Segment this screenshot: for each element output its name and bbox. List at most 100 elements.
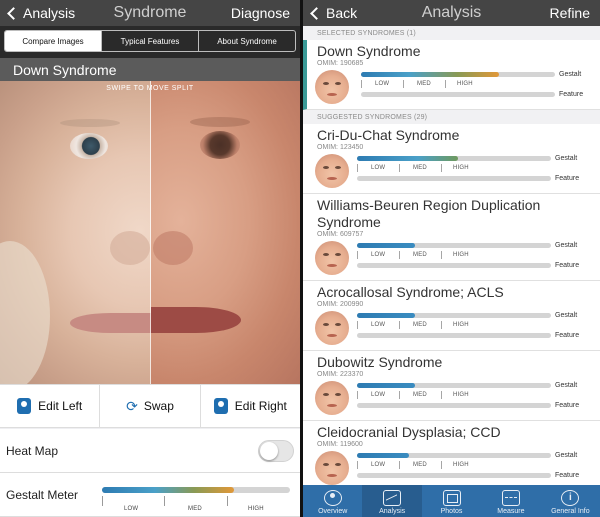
eye-left <box>70 133 108 159</box>
suggested-syndrome-item[interactable]: Dubowitz Syndrome OMIM: 223370 Gestalt LOW M… <box>303 351 600 421</box>
segmented-control-wrap: Compare Images Typical Features About Sy… <box>0 26 300 58</box>
feature-label: Feature <box>555 402 580 409</box>
tab-about-syndrome[interactable]: About Syndrome <box>199 31 295 51</box>
toggle-knob <box>260 442 278 460</box>
eye <box>335 82 341 85</box>
tab-analysis[interactable]: Analysis <box>362 485 422 517</box>
tab-measure[interactable]: Measure <box>481 485 540 517</box>
eye <box>323 82 329 85</box>
edit-right-label: Edit Right <box>234 399 287 413</box>
level-med-label: MED <box>413 165 427 171</box>
level-high-label: HIGH <box>453 165 469 171</box>
level-ticks: LOW MED HIGH <box>361 80 555 88</box>
back-button[interactable]: Analysis <box>6 0 75 26</box>
tick <box>164 496 165 506</box>
syndrome-list: SELECTED SYNDROMES (1) Down Syndrome OMIM:… <box>303 26 600 491</box>
tab-overview[interactable]: Overview <box>303 485 362 517</box>
suggested-syndrome-item[interactable]: Cri-Du-Chat Syndrome OMIM: 123450 Gestalt L… <box>303 124 600 194</box>
gestalt-meter-fill <box>102 487 234 493</box>
level-low-label: LOW <box>371 252 386 258</box>
suggested-syndrome-item[interactable]: Acrocallosal Syndrome; ACLS OMIM: 200990 G… <box>303 281 600 351</box>
tick <box>441 321 442 329</box>
mouth <box>327 334 337 337</box>
tick <box>399 251 400 259</box>
syndrome-name-bar: Down Syndrome <box>0 58 300 81</box>
tick <box>445 80 446 88</box>
gestalt-bar-fill <box>357 313 415 318</box>
level-high-label: HIGH <box>457 81 473 87</box>
chevron-left-icon <box>310 6 323 20</box>
feature-label: Feature <box>555 472 580 479</box>
tab-label: Photos <box>440 508 463 515</box>
feature-label: Feature <box>559 91 584 98</box>
tick <box>441 461 442 469</box>
photos-icon <box>442 490 461 506</box>
tick <box>361 80 362 88</box>
suggested-syndrome-item[interactable]: Williams-Beuren Region Duplication Syndr… <box>303 194 600 281</box>
diagnose-button[interactable]: Diagnose <box>231 5 290 21</box>
back-button[interactable]: Back <box>309 0 357 26</box>
tab-typical-features[interactable]: Typical Features <box>102 31 199 51</box>
person-icon <box>213 398 228 414</box>
syndrome-name: Dubowitz Syndrome <box>317 354 443 370</box>
analysis-screen: Back Analysis Refine SELECTED SYNDROMES … <box>303 0 600 517</box>
level-high-label: HIGH <box>453 462 469 468</box>
gestalt-bar-fill <box>357 156 458 161</box>
gestalt-label: Gestalt <box>555 312 578 319</box>
syndrome-name: Down Syndrome <box>317 43 421 59</box>
feature-bar-track <box>357 403 551 408</box>
ruler-icon <box>501 490 520 506</box>
level-low-label: LOW <box>371 322 386 328</box>
heat-map-toggle[interactable] <box>258 440 294 462</box>
info-icon: i <box>561 490 580 506</box>
feature-bar-track <box>357 176 551 181</box>
tab-compare-images[interactable]: Compare Images <box>5 31 102 51</box>
refine-button[interactable]: Refine <box>550 5 590 21</box>
omim-id: OMIM: 200990 <box>317 301 364 308</box>
edit-right-button[interactable]: Edit Right <box>201 385 300 427</box>
tab-photos[interactable]: Photos <box>422 485 481 517</box>
syndrome-face-thumbnail <box>315 451 349 485</box>
mouth-right <box>151 307 241 333</box>
gestalt-label: Gestalt <box>555 382 578 389</box>
mouth <box>327 93 337 96</box>
edit-left-button[interactable]: Edit Left <box>0 385 101 427</box>
selected-syndrome-item[interactable]: Down Syndrome OMIM: 190685 Gestalt LOW MED HI… <box>303 40 600 110</box>
gestalt-label: Gestalt <box>559 71 582 78</box>
section-header: SUGGESTED SYNDROMES (29) <box>303 110 600 124</box>
feature-bar-track <box>357 333 551 338</box>
tick <box>441 251 442 259</box>
feature-bar-track <box>357 263 551 268</box>
level-low-label: LOW <box>371 392 386 398</box>
swap-label: Swap <box>143 399 174 413</box>
gestalt-label: Gestalt <box>555 242 578 249</box>
split-handle[interactable] <box>150 81 151 384</box>
nose-left <box>110 231 150 265</box>
tick <box>227 496 228 506</box>
syndrome-face-thumbnail <box>315 70 349 104</box>
compare-image-split[interactable]: SWIPE TO MOVE SPLIT <box>0 81 300 384</box>
level-high-label: HIGH <box>453 392 469 398</box>
brow-left <box>60 119 120 127</box>
screens: Analysis Syndrome Diagnose Compare Image… <box>0 0 600 517</box>
gestalt-bar-fill <box>357 383 415 388</box>
syndrome-navbar: Analysis Syndrome Diagnose <box>0 0 300 26</box>
suggested-syndrome-item[interactable]: Cleidocranial Dysplasia; CCD OMIM: 119600… <box>303 421 600 491</box>
syndrome-name: Cleidocranial Dysplasia; CCD <box>317 424 501 440</box>
tick <box>399 321 400 329</box>
eye <box>335 463 341 466</box>
eye-right <box>200 131 240 159</box>
eye <box>335 323 341 326</box>
tick <box>403 80 404 88</box>
mouth <box>327 177 337 180</box>
tab-general-info[interactable]: i General Info <box>541 485 600 517</box>
level-ticks: LOW MED HIGH <box>357 321 551 329</box>
chart-icon <box>383 490 402 506</box>
person-circle-icon <box>323 490 342 506</box>
swap-button[interactable]: ⟳ Swap <box>100 385 201 427</box>
eye <box>323 463 329 466</box>
tick <box>357 461 358 469</box>
omim-id: OMIM: 190685 <box>317 60 364 67</box>
eye <box>335 393 341 396</box>
eye <box>335 166 341 169</box>
